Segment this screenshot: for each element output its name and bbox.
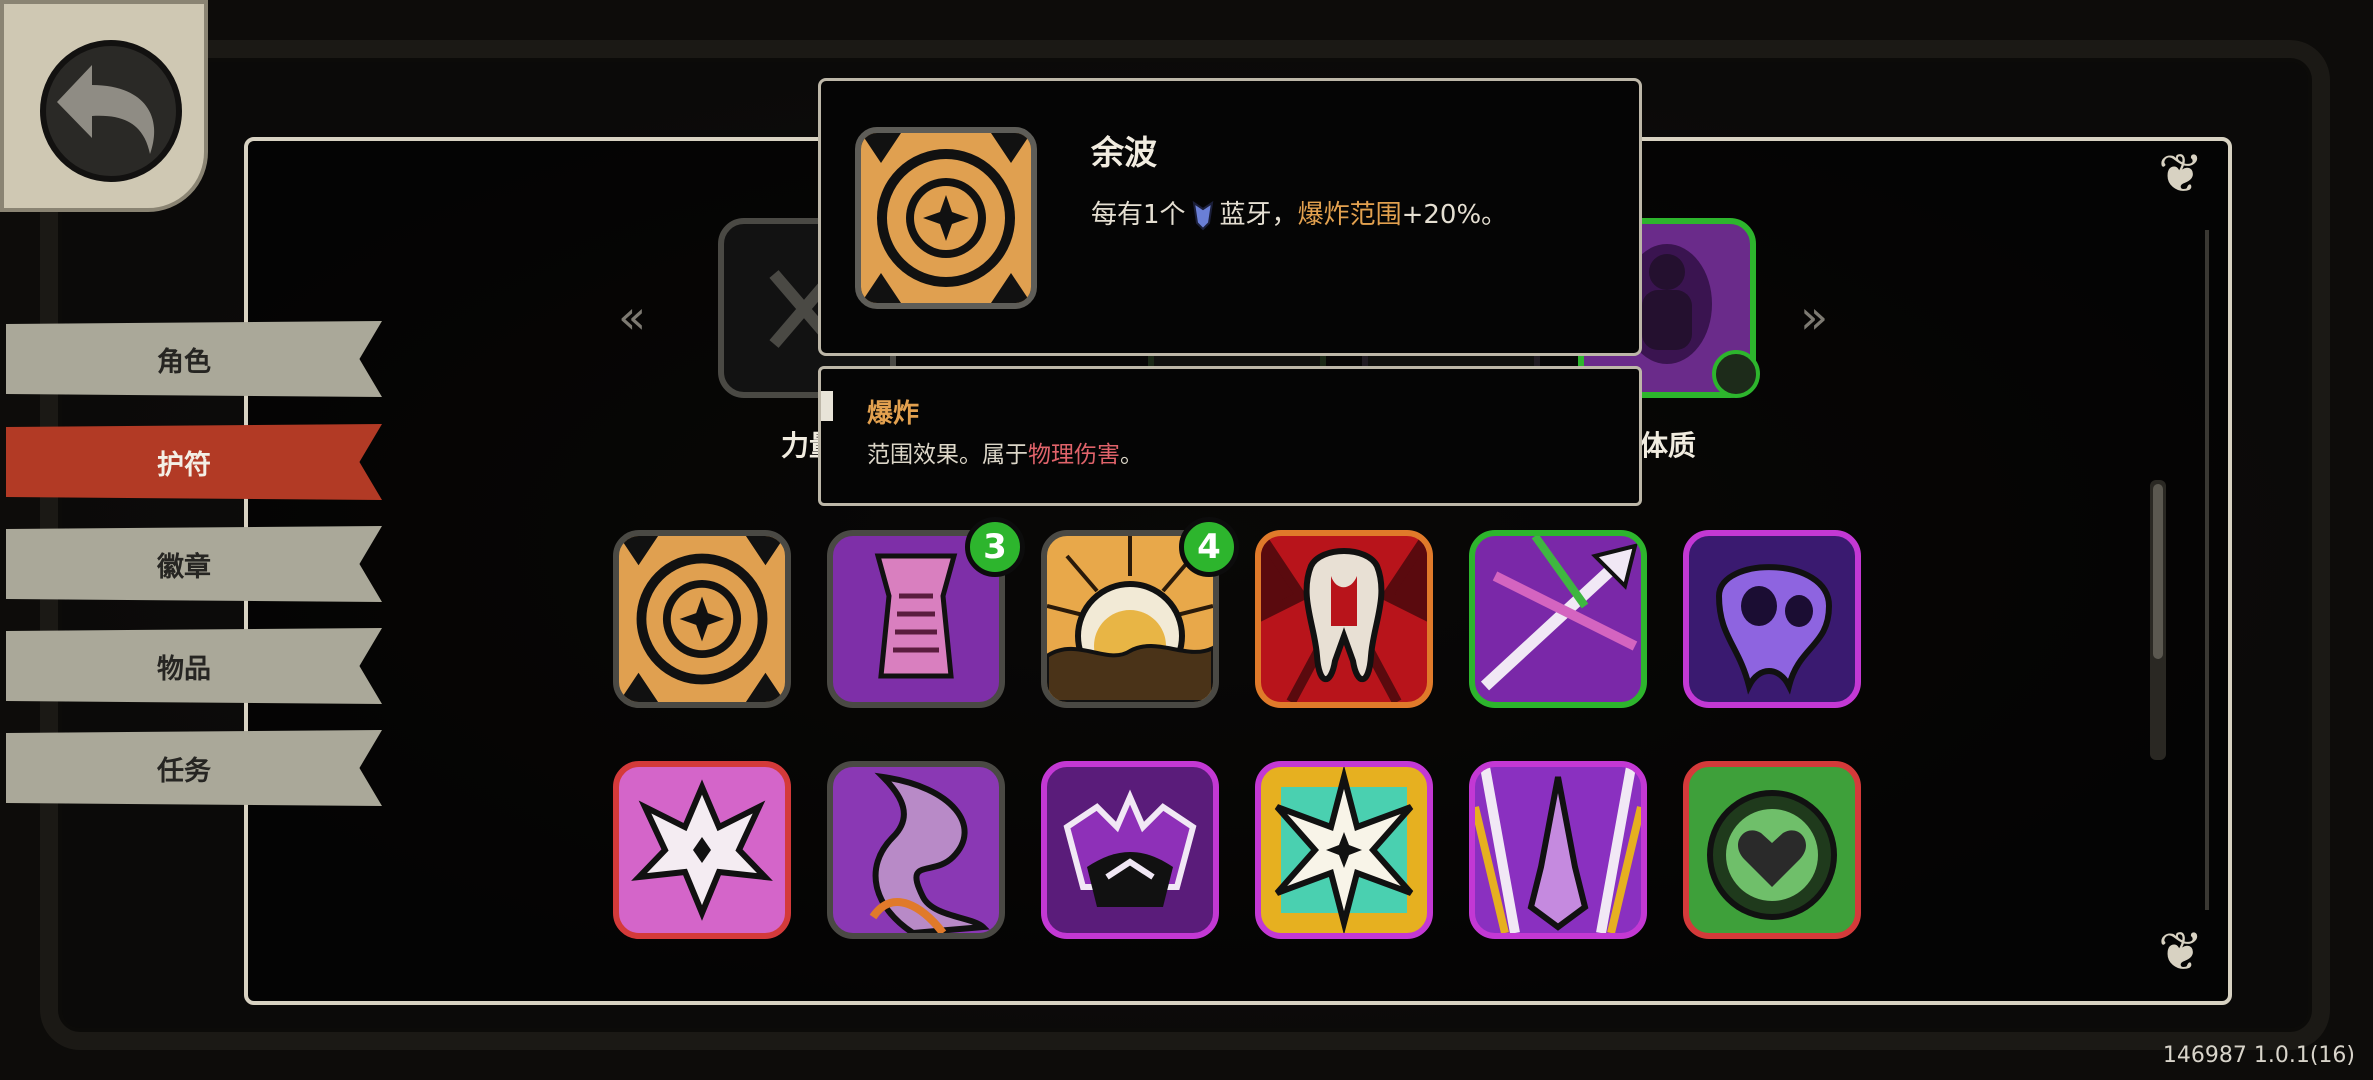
tab-label: 物品 [157,653,211,685]
amulet-slot[interactable] [1683,761,1861,939]
shield-badge-icon [1712,350,1760,398]
keyword-desc-prefix: 范围效果。属于 [867,442,1028,468]
crown-icon [1063,789,1197,907]
keyword-description: 范围效果。属于物理伤害。 [867,435,1143,469]
tooth-icon [1261,536,1427,702]
amulet-slot[interactable] [1683,530,1861,708]
scrollbar-thumb[interactable] [2153,484,2163,659]
amulet-slot[interactable] [1469,530,1647,708]
amulet-slot[interactable] [1469,761,1647,939]
stack-count-badge: 4 [1179,517,1239,577]
blue-fang-icon [1192,200,1213,230]
bone-emblem-icon [631,779,773,921]
explosion-ring-icon [619,536,785,702]
tooltip-description: 每有1个 蓝牙，爆炸范围+20%。 [1091,194,1507,231]
horn-icon [869,772,990,933]
tab-label: 角色 [157,346,211,378]
keyword-title: 爆炸 [867,399,920,429]
keyword-desc-highlight[interactable]: 物理伤害 [1028,442,1120,468]
tooltip-item-icon-frame [855,127,1037,309]
tab-label: 护符 [157,449,211,481]
tooltip-desc-prefix: 每有1个 [1091,200,1186,230]
explosion-ring-icon [861,133,1031,303]
tooltip-desc-suffix: +20%。 [1401,200,1508,230]
heart-orb-icon [1707,790,1837,920]
back-arrow-icon [57,65,155,154]
version-label: 146987 1.0.1(16) [2162,1043,2355,1068]
tab-amulet[interactable]: 护符 [6,424,382,500]
keyword-tooltip: 爆炸 范围效果。属于物理伤害。 [818,366,1642,506]
tooltip-title: 余波 [1091,133,1157,172]
amulet-slot[interactable] [1041,761,1219,939]
tab-label: 任务 [157,755,211,787]
amulet-slot[interactable] [1255,530,1433,708]
item-tooltip: 余波 每有1个 蓝牙，爆炸范围+20%。 [818,78,1642,356]
corner-ornament-top-icon: ❦ [2158,142,2204,205]
back-button[interactable] [0,0,208,212]
claw-icon [1475,767,1641,933]
tab-label: 徽章 [157,551,211,583]
category-label-constitution: 体质 [1640,429,1697,462]
tab-items[interactable]: 物品 [6,628,382,704]
burst-icon [1274,767,1414,933]
keyword-desc-suffix: 。 [1120,442,1143,468]
spear-icon [1480,536,1638,691]
tooltip-desc-keyword[interactable]: 爆炸范围 [1298,200,1402,230]
stack-count-badge: 3 [965,517,1025,577]
tab-character[interactable]: 角色 [6,321,382,397]
amulet-slot[interactable] [613,761,791,939]
category-prev-arrow-icon[interactable]: « [618,290,646,344]
scroll-track [2205,230,2209,910]
skull-icon [1715,564,1833,695]
amulet-slot[interactable] [1255,761,1433,939]
amulet-slot[interactable] [613,530,791,708]
keyword-marker [821,391,833,421]
tooltip-desc-mid: 蓝牙， [1219,200,1298,230]
tab-quests[interactable]: 任务 [6,730,382,806]
corner-ornament-bottom-icon: ❦ [2158,920,2204,983]
amulet-slot[interactable] [827,761,1005,939]
tab-badge[interactable]: 徽章 [6,526,382,602]
category-next-arrow-icon[interactable]: » [1800,290,1828,344]
